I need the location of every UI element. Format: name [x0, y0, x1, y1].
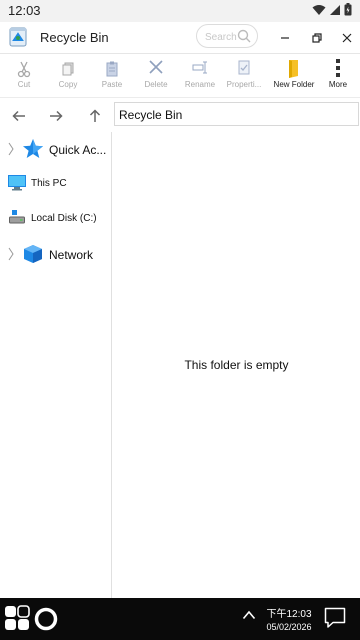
- battery-icon: [344, 3, 352, 16]
- window-title: Recycle Bin: [40, 30, 109, 45]
- recycle-bin-icon: [9, 27, 27, 47]
- sidebar-item-quick-access[interactable]: Quick Ac...: [0, 132, 112, 166]
- sidebar-item-label: This PC: [31, 178, 67, 189]
- sidebar-item-label: Local Disk (C:): [31, 213, 97, 224]
- arrow-up-icon: [89, 109, 101, 122]
- more-button[interactable]: More: [316, 58, 360, 98]
- sidebar: Quick Ac... This PC Local Disk (C:) Netw…: [0, 132, 112, 598]
- more-vertical-icon: [336, 59, 340, 77]
- sidebar-item-this-pc[interactable]: This PC: [0, 166, 112, 200]
- rename-button[interactable]: Rename: [178, 58, 222, 98]
- sidebar-item-label: Quick Ac...: [49, 143, 107, 157]
- delete-label: Delete: [144, 80, 168, 89]
- back-button[interactable]: [8, 105, 30, 127]
- chevron-right-icon[interactable]: [8, 247, 14, 261]
- status-time: 12:03: [8, 3, 41, 18]
- search-input[interactable]: [205, 29, 241, 45]
- search-box[interactable]: [196, 24, 258, 48]
- new-folder-icon: [289, 60, 298, 78]
- arrow-left-icon: [12, 110, 25, 122]
- ribbon-toolbar: Cut Copy Paste Delete Rename Properti...…: [0, 54, 360, 98]
- start-icon[interactable]: [4, 605, 30, 631]
- restore-button[interactable]: [305, 26, 329, 50]
- new-folder-label: New Folder: [273, 80, 315, 89]
- empty-folder-message: This folder is empty: [184, 358, 289, 372]
- delete-x-icon: [149, 60, 163, 74]
- status-bar: 12:03: [0, 0, 360, 22]
- drive-icon: [9, 210, 25, 224]
- new-folder-button[interactable]: New Folder: [270, 58, 318, 98]
- paste-label: Paste: [101, 80, 123, 89]
- more-label: More: [328, 80, 348, 89]
- cut-label: Cut: [17, 80, 31, 89]
- properties-label: Properti...: [226, 80, 262, 89]
- wifi-icon: [312, 4, 326, 15]
- close-button[interactable]: [335, 26, 359, 50]
- sidebar-item-local-disk[interactable]: Local Disk (C:): [0, 201, 112, 235]
- cut-button[interactable]: Cut: [2, 58, 46, 98]
- taskbar-time: 下午12:03: [266, 609, 312, 620]
- taskbar: 下午12:03 05/02/2026: [0, 598, 360, 640]
- forward-button[interactable]: [45, 105, 67, 127]
- up-button[interactable]: [84, 105, 106, 127]
- copy-icon: [62, 62, 74, 76]
- cortana-icon[interactable]: [34, 607, 58, 631]
- minimize-icon: [281, 37, 289, 39]
- properties-icon: [238, 60, 250, 75]
- notification-icon[interactable]: [324, 607, 346, 629]
- copy-button[interactable]: Copy: [46, 58, 90, 98]
- scissors-icon: [17, 61, 31, 78]
- signal-icon: [330, 4, 340, 15]
- address-path: Recycle Bin: [119, 108, 183, 122]
- restore-icon: [312, 33, 322, 43]
- arrow-right-icon: [50, 110, 63, 122]
- sidebar-item-network[interactable]: Network: [0, 237, 112, 271]
- monitor-icon: [8, 175, 26, 191]
- file-list-pane[interactable]: This folder is empty: [113, 132, 360, 598]
- delete-button[interactable]: Delete: [134, 58, 178, 98]
- taskbar-clock[interactable]: 下午12:03 05/02/2026: [262, 605, 316, 632]
- address-bar[interactable]: Recycle Bin: [114, 102, 359, 126]
- close-icon: [342, 33, 352, 43]
- rename-icon: [192, 61, 207, 74]
- title-bar: Recycle Bin: [0, 22, 360, 54]
- rename-label: Rename: [184, 80, 216, 89]
- navigation-bar: Recycle Bin: [0, 98, 360, 132]
- taskbar-date: 05/02/2026: [266, 622, 312, 632]
- properties-button[interactable]: Properti...: [222, 58, 266, 98]
- chevron-up-icon[interactable]: [242, 610, 256, 620]
- chevron-right-icon[interactable]: [8, 142, 14, 156]
- system-icons: [312, 3, 352, 16]
- copy-label: Copy: [58, 80, 78, 89]
- search-icon[interactable]: [237, 29, 251, 43]
- sidebar-item-label: Network: [49, 248, 94, 262]
- star-icon: [23, 139, 43, 158]
- paste-button[interactable]: Paste: [90, 58, 134, 98]
- network-icon: [24, 245, 42, 263]
- clipboard-icon: [106, 61, 118, 77]
- minimize-button[interactable]: [273, 26, 297, 50]
